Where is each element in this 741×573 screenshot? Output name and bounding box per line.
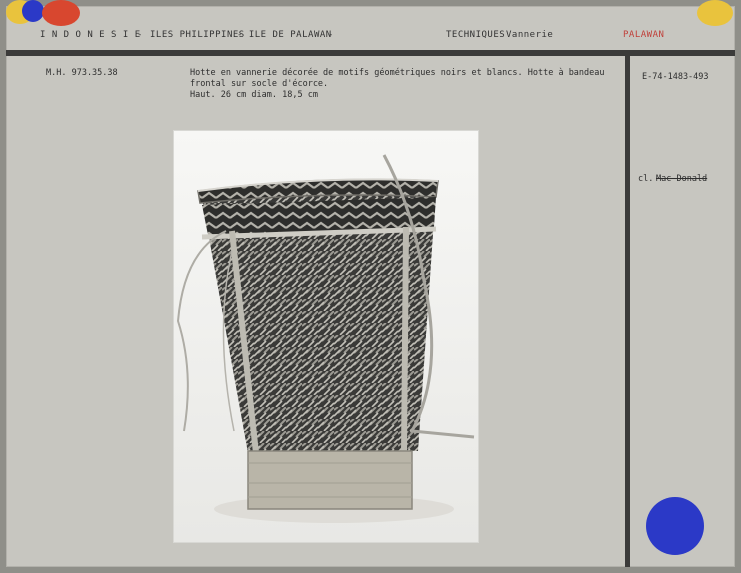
techniques-label: TECHNIQUES: [446, 30, 506, 40]
technique-value: Vannerie: [506, 30, 554, 40]
basket-photograph: [174, 131, 478, 542]
description-line-3: Haut. 26 cm diam. 18,5 cm: [190, 90, 318, 100]
negative-number: E-74-1483-493: [642, 72, 709, 82]
palawan-island-label: - ILE DE PALAWAN: [237, 30, 332, 40]
islands-label: ILES PHILIPPINES: [150, 30, 245, 40]
inventory-number: M.H. 973.35.38: [46, 68, 118, 78]
catalog-card: I N D O N E S I E - ILES PHILIPPINES - I…: [6, 0, 735, 567]
description-line-2: frontal sur socle d'écorce.: [190, 79, 329, 89]
header-separator: -: [137, 30, 143, 40]
basket-illustration: [174, 131, 478, 542]
description-line-1: Hotte en vannerie décorée de motifs géom…: [190, 68, 605, 78]
credit-prefix: cl.: [638, 174, 654, 184]
country-label: I N D O N E S I E: [40, 30, 141, 40]
column-divider: [625, 56, 630, 567]
photographer-credit: Mac Donald: [656, 174, 708, 184]
header-separator-end: -: [328, 30, 334, 40]
card-header: I N D O N E S I E - ILES PHILIPPINES - I…: [6, 6, 735, 50]
blue-dot: [646, 497, 704, 555]
region-label: PALAWAN: [623, 30, 665, 40]
